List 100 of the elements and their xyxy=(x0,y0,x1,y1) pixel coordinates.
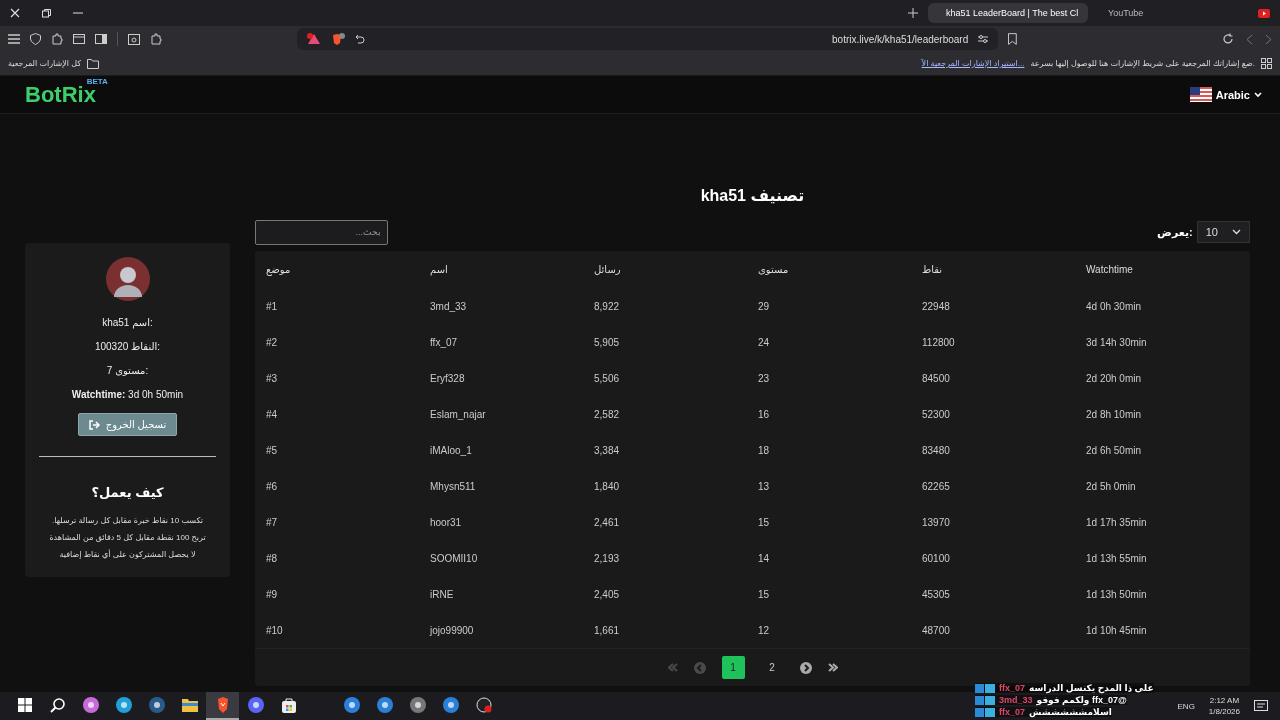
table-cell-text: hoor31 xyxy=(430,516,463,528)
help-text: لا يحصل المشتركون على أي نقاط إضافية xyxy=(59,548,196,561)
table-cell-text: #3 xyxy=(266,372,279,384)
table-cell-text: SOOMII10 xyxy=(430,552,479,564)
app-icon[interactable] xyxy=(343,697,360,713)
app-icon[interactable] xyxy=(82,697,99,713)
table-cell-text: iMAloo_1 xyxy=(430,444,473,456)
table-cell-text: 2,461 xyxy=(594,516,621,528)
profile-detail: Watchtime: 3d 0h 50min xyxy=(71,388,184,402)
table-cell-text: 14 xyxy=(758,552,771,564)
undo-icon[interactable] xyxy=(355,34,365,44)
clock-time[interactable]: 2:12 AM xyxy=(1209,695,1240,706)
folder-icon[interactable] xyxy=(87,58,100,69)
apps-icon[interactable] xyxy=(1261,58,1272,69)
beta-label: BETA xyxy=(86,76,108,86)
table-cell-text: 4d 0h 30min xyxy=(1086,300,1143,312)
windows-icon[interactable] xyxy=(17,698,32,712)
language-indicator[interactable]: ENG xyxy=(1177,701,1195,711)
table-cell-text: #7 xyxy=(266,516,279,528)
sidebar-icon[interactable] xyxy=(95,34,107,44)
table-cell-text: 16 xyxy=(758,408,771,420)
shield-icon[interactable] xyxy=(30,33,41,45)
table-cell-text: iRNE xyxy=(430,588,455,600)
page-button[interactable]: 1 xyxy=(721,656,745,679)
table-cell-text: #2 xyxy=(266,336,279,348)
table-cell-text: 13 xyxy=(758,480,771,492)
chevron-icon[interactable] xyxy=(1254,91,1262,98)
chat-username: ffx_07 xyxy=(999,683,1025,693)
notification-icon[interactable] xyxy=(1254,699,1268,713)
reload-icon[interactable] xyxy=(1222,33,1234,45)
badge-icon xyxy=(975,707,995,717)
page-button[interactable]: 2 xyxy=(760,656,784,679)
screenshot-icon[interactable] xyxy=(128,33,140,45)
badge-icon xyxy=(975,695,995,705)
menu-icon[interactable] xyxy=(8,34,20,44)
plus-icon[interactable] xyxy=(908,8,918,18)
bookmarks-folder[interactable]: كل الإشارات المرجعية xyxy=(8,59,82,68)
search-icon[interactable] xyxy=(50,697,65,713)
column-header: رسائل xyxy=(594,264,622,275)
table-cell-text: 12 xyxy=(758,624,771,636)
app-icon[interactable] xyxy=(442,697,459,713)
folder-icon[interactable] xyxy=(181,698,198,712)
table-cell-text: 15 xyxy=(758,516,771,528)
bookmark-icon[interactable] xyxy=(1008,33,1017,45)
table-cell-text: 2d 8h 10min xyxy=(1086,408,1143,420)
bookmarks-hint: ضع إشاراتك المرجعية على شريط الإشارات هنا للوصول إليها بسرعة. xyxy=(1030,59,1255,68)
chevron-icon xyxy=(1232,229,1241,235)
help-text: تكسب 10 نقاط خبرة مقابل كل رسالة ترسلها. xyxy=(51,515,204,527)
app-icon[interactable] xyxy=(115,697,132,713)
logout-button[interactable]: تسجيل الخروج xyxy=(77,413,178,436)
table-cell-text: 2d 20h 0min xyxy=(1086,372,1143,384)
browser-tab[interactable]: YouTube xyxy=(1098,3,1238,23)
app-icon[interactable] xyxy=(376,697,393,713)
table-cell-text: 1d 13h 55min xyxy=(1086,552,1148,564)
settings-icon[interactable] xyxy=(978,34,989,44)
table-cell-text: Eslam_najar xyxy=(430,408,487,420)
window-icon[interactable] xyxy=(73,34,85,44)
page-size-select[interactable]: 10 xyxy=(1196,221,1250,243)
table-cell-text: 52300 xyxy=(922,408,951,420)
next-page-icon[interactable] xyxy=(799,661,812,674)
table-cell-text: 62265 xyxy=(922,480,951,492)
last-page-icon[interactable] xyxy=(827,663,838,672)
close-icon[interactable] xyxy=(10,8,20,18)
table-cell-text: #5 xyxy=(266,444,279,456)
table-cell-text: 8,922 xyxy=(594,300,621,312)
table-cell-text: 1d 17h 35min xyxy=(1086,516,1148,528)
back-icon[interactable] xyxy=(1246,33,1253,45)
table-cell-text: 3md_33 xyxy=(430,300,468,312)
table-cell-text: #9 xyxy=(266,588,279,600)
table-cell-text: 22948 xyxy=(922,300,951,312)
browser-tab[interactable]: kha51 LeaderBoard | The best Cl xyxy=(928,3,1088,23)
triangle-icon[interactable] xyxy=(307,33,321,45)
url-text[interactable]: botrix.live/k/kha51/leaderboard xyxy=(832,33,969,45)
table-cell-text: 5,506 xyxy=(594,372,621,384)
import-bookmarks-link[interactable]: استيراد الإشارات المرجعية الآ... xyxy=(921,59,1025,68)
table-cell-text: 2,582 xyxy=(594,408,621,420)
logout-icon xyxy=(88,419,100,430)
clock-date[interactable]: 1/8/2026 xyxy=(1208,706,1240,717)
table-cell-text: 3d 14h 30min xyxy=(1086,336,1148,348)
app-icon[interactable] xyxy=(148,697,165,713)
column-header: موضع xyxy=(266,264,292,275)
column-header: نقاط xyxy=(922,264,944,275)
table-cell-text: #10 xyxy=(266,624,284,636)
language-selector[interactable]: Arabic xyxy=(1215,88,1250,101)
forward-icon[interactable] xyxy=(1265,33,1272,45)
restore-icon[interactable] xyxy=(42,8,51,18)
table-cell-text: 13970 xyxy=(922,516,951,528)
video-icon xyxy=(1258,8,1270,18)
table-cell-text: 2,405 xyxy=(594,588,621,600)
table-cell-text: 3,384 xyxy=(594,444,621,456)
chat-message: @ffx_07 ولكمم فوفو xyxy=(1036,695,1127,705)
record-icon[interactable] xyxy=(475,697,492,713)
app-icon[interactable] xyxy=(409,697,426,713)
chat-message: اسلامشششششش xyxy=(1029,707,1112,717)
app-icon[interactable] xyxy=(247,697,264,713)
table-cell-text: Eryf328 xyxy=(430,372,466,384)
search-field[interactable]: بحث... xyxy=(255,219,388,245)
column-header: اسم xyxy=(430,264,449,275)
bag-icon[interactable] xyxy=(281,697,296,713)
table-cell-text: 1,840 xyxy=(594,480,621,492)
